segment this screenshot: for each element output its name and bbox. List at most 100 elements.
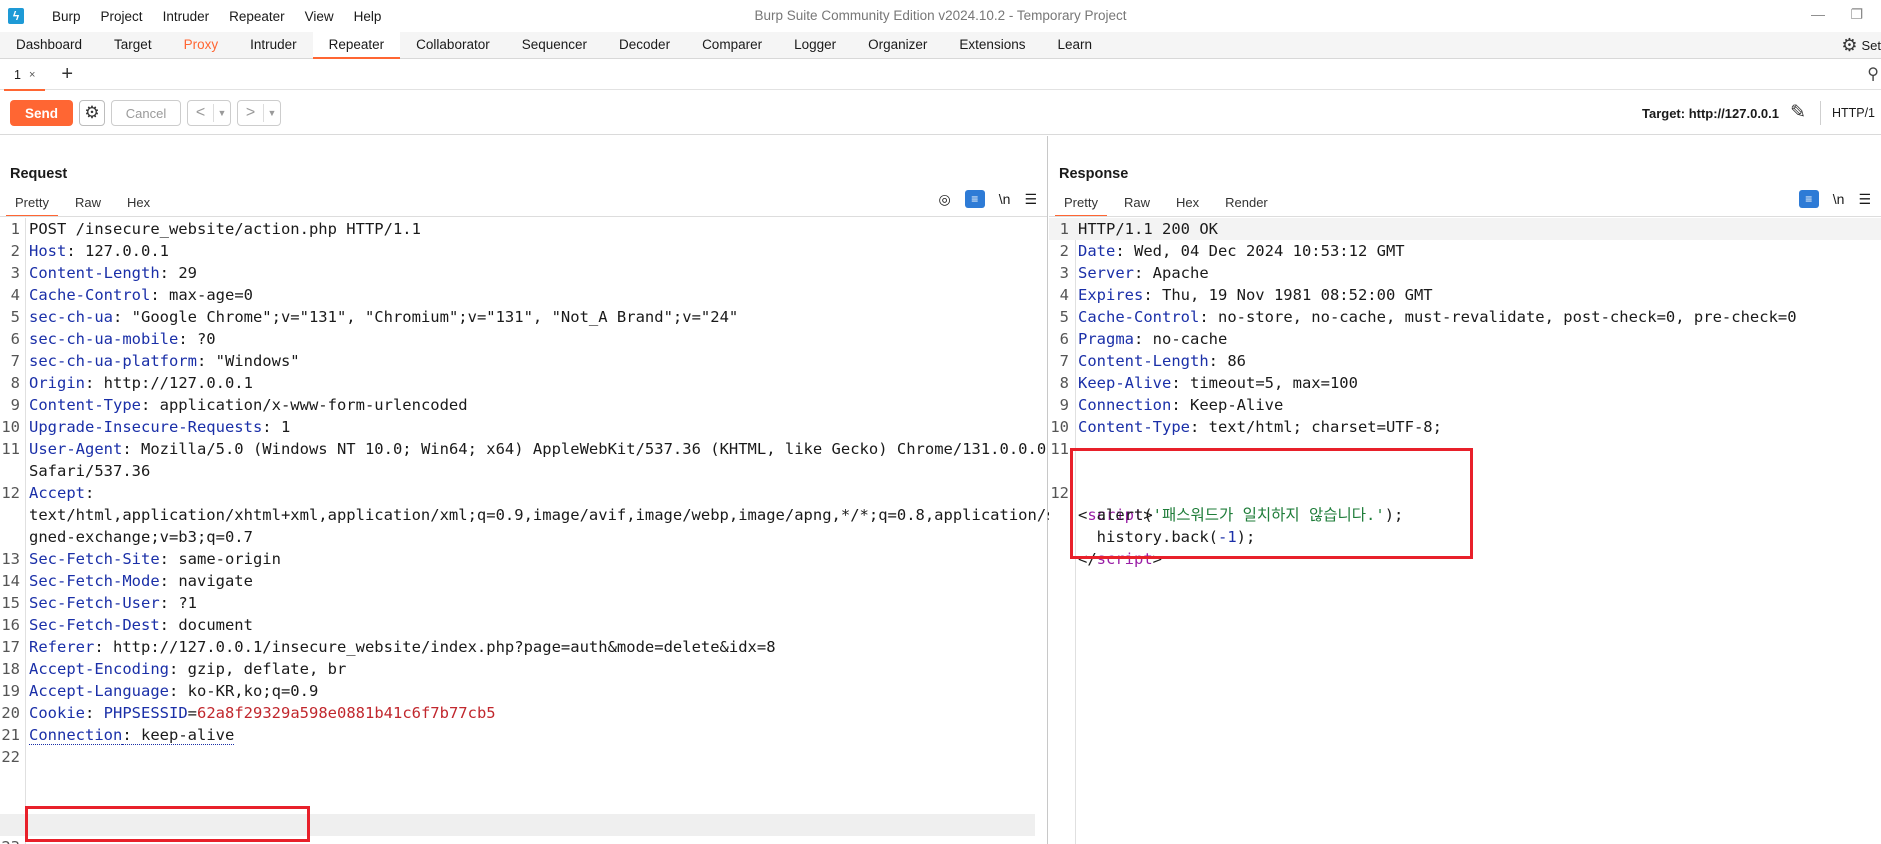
highlight-box xyxy=(25,806,310,842)
menu-view[interactable]: View xyxy=(295,9,344,24)
request-tab-pretty[interactable]: Pretty xyxy=(6,191,58,217)
cancel-button[interactable]: Cancel xyxy=(111,100,181,126)
header-name: Sec-Fetch-Dest xyxy=(29,616,160,634)
header-name: Connection xyxy=(29,726,123,745)
cookie-name: PHPSESSID xyxy=(103,704,188,722)
code-line: 16 Sec-Fetch-Dest: document xyxy=(0,614,1047,636)
chevron-down-icon[interactable]: ▼ xyxy=(214,108,230,118)
code-line: 8 Origin: http://127.0.0.1 xyxy=(0,372,1047,394)
hide-eye-icon[interactable]: ◎ xyxy=(939,191,951,208)
code-line: 18 Accept-Encoding: gzip, deflate, br xyxy=(0,658,1047,680)
minimize-icon[interactable]: — xyxy=(1811,6,1825,22)
edit-target-icon[interactable]: ✎ xyxy=(1790,101,1806,124)
request-tab-raw[interactable]: Raw xyxy=(66,191,110,215)
chevron-left-icon: < xyxy=(188,104,214,122)
header-value: : navigate xyxy=(159,572,253,590)
response-tab-raw[interactable]: Raw xyxy=(1115,191,1159,215)
line-content: Accept-Language: ko-KR,ko;q=0.9 xyxy=(29,680,318,702)
restore-icon[interactable]: ❐ xyxy=(1850,6,1863,23)
code-line: 10 Content-Type: text/html; charset=UTF-8… xyxy=(1049,416,1881,438)
line-number: 3 xyxy=(10,264,20,282)
header-value: : "Google Chrome";v="131", "Chromium";v=… xyxy=(113,308,739,326)
code-line: 3 Content-Length: 29 xyxy=(0,262,1047,284)
line-content: User-Agent: Mozilla/5.0 (Windows NT 10.0… xyxy=(29,438,1046,460)
newline-toggle[interactable]: \n xyxy=(1833,191,1845,207)
menu-project[interactable]: Project xyxy=(91,9,153,24)
line-number: 15 xyxy=(1,594,20,612)
tab-proxy[interactable]: Proxy xyxy=(168,32,235,58)
repeater-tab-1[interactable]: 1 × xyxy=(4,61,46,91)
header-name: Sec-Fetch-Site xyxy=(29,550,160,568)
header-name: Accept xyxy=(29,484,85,502)
request-settings-icon[interactable]: ⚙ xyxy=(79,100,105,126)
line-content: POST /insecure_website/action.php HTTP/1… xyxy=(29,218,421,240)
line-number: 9 xyxy=(1059,396,1069,414)
chevron-down-icon[interactable]: ▼ xyxy=(264,108,280,118)
menu-repeater[interactable]: Repeater xyxy=(219,9,295,24)
tab-target[interactable]: Target xyxy=(98,32,168,58)
header-value: : text/html; charset=UTF-8; xyxy=(1189,418,1442,436)
divider xyxy=(0,216,1047,217)
line-number: 11 xyxy=(1,440,20,458)
line-content: Content-Length: 86 xyxy=(1078,350,1246,372)
header-value: POST /insecure_website/action.php HTTP/1… xyxy=(29,220,421,238)
http-version-selector[interactable]: HTTP/1 xyxy=(1832,106,1875,120)
tab-learn[interactable]: Learn xyxy=(1041,32,1108,58)
line-number: 6 xyxy=(10,330,20,348)
header-name: Keep-Alive xyxy=(1078,374,1172,392)
tab-decoder[interactable]: Decoder xyxy=(603,32,686,58)
tab-dashboard[interactable]: Dashboard xyxy=(0,32,98,58)
response-tab-render[interactable]: Render xyxy=(1216,191,1277,215)
request-view-tabs: Pretty Raw Hex xyxy=(6,191,167,217)
send-button[interactable]: Send xyxy=(10,100,73,126)
header-value: : ?1 xyxy=(159,594,197,612)
response-editor[interactable]: 1 HTTP/1.1 200 OK 2 Date: Wed, 04 Dec 2024 … xyxy=(1049,218,1881,844)
line-number: 1 xyxy=(10,220,20,238)
header-name: Sec-Fetch-Mode xyxy=(29,572,160,590)
tab-comparer[interactable]: Comparer xyxy=(686,32,778,58)
tab-sequencer[interactable]: Sequencer xyxy=(506,32,603,58)
header-name: User-Agent xyxy=(29,440,123,458)
highlight-box xyxy=(1070,448,1473,559)
line-number: 8 xyxy=(10,374,20,392)
request-tab-hex[interactable]: Hex xyxy=(118,191,159,215)
tab-collaborator[interactable]: Collaborator xyxy=(400,32,506,58)
settings-button[interactable]: ⚙ Set xyxy=(1841,32,1881,59)
forward-button[interactable]: > ▼ xyxy=(237,100,281,126)
request-editor[interactable]: 1 POST /insecure_website/action.php HTTP/… xyxy=(0,218,1065,844)
response-title: Response xyxy=(1059,166,1129,182)
menu-intruder[interactable]: Intruder xyxy=(153,9,220,24)
tab-logger[interactable]: Logger xyxy=(778,32,852,58)
repeater-tab-label: 1 xyxy=(14,67,21,82)
tab-organizer[interactable]: Organizer xyxy=(852,32,943,58)
back-button[interactable]: < ▼ xyxy=(187,100,231,126)
line-number: 1 xyxy=(1059,220,1069,238)
header-name: sec-ch-ua-mobile xyxy=(29,330,179,348)
response-tab-hex[interactable]: Hex xyxy=(1167,191,1208,215)
code-line: 7 Content-Length: 86 xyxy=(1049,350,1881,372)
wrap-lines-icon[interactable]: ≡ xyxy=(964,190,985,208)
newline-toggle[interactable]: \n xyxy=(999,191,1011,207)
header-value: : 127.0.0.1 xyxy=(66,242,169,260)
header-value: : application/x-www-form-urlencoded xyxy=(140,396,468,414)
add-tab-icon[interactable]: + xyxy=(61,63,73,86)
tab-intruder[interactable]: Intruder xyxy=(234,32,313,58)
menu-icon[interactable]: ☰ xyxy=(1858,191,1871,208)
code-line: 14 Sec-Fetch-Mode: navigate xyxy=(0,570,1047,592)
code-line: 21 Connection: keep-alive xyxy=(0,724,1047,746)
code-line: 8 Keep-Alive: timeout=5, max=100 xyxy=(1049,372,1881,394)
tab-repeater[interactable]: Repeater xyxy=(312,32,401,59)
wrap-lines-icon[interactable]: ≡ xyxy=(1798,190,1819,208)
menu-icon[interactable]: ☰ xyxy=(1024,191,1037,208)
close-icon[interactable]: × xyxy=(29,69,35,81)
header-value: : "Windows" xyxy=(196,352,300,370)
response-tab-pretty[interactable]: Pretty xyxy=(1055,191,1107,217)
response-editor-tools: ≡ \n ☰ xyxy=(1798,190,1871,208)
code-line: 2 Host: 127.0.0.1 xyxy=(0,240,1047,262)
menu-burp[interactable]: Burp xyxy=(42,9,91,24)
header-value: : no-cache xyxy=(1134,330,1228,348)
header-value: : xyxy=(85,704,104,722)
tab-extensions[interactable]: Extensions xyxy=(943,32,1041,58)
menu-help[interactable]: Help xyxy=(344,9,392,24)
search-icon[interactable]: ⚲ xyxy=(1867,64,1879,84)
